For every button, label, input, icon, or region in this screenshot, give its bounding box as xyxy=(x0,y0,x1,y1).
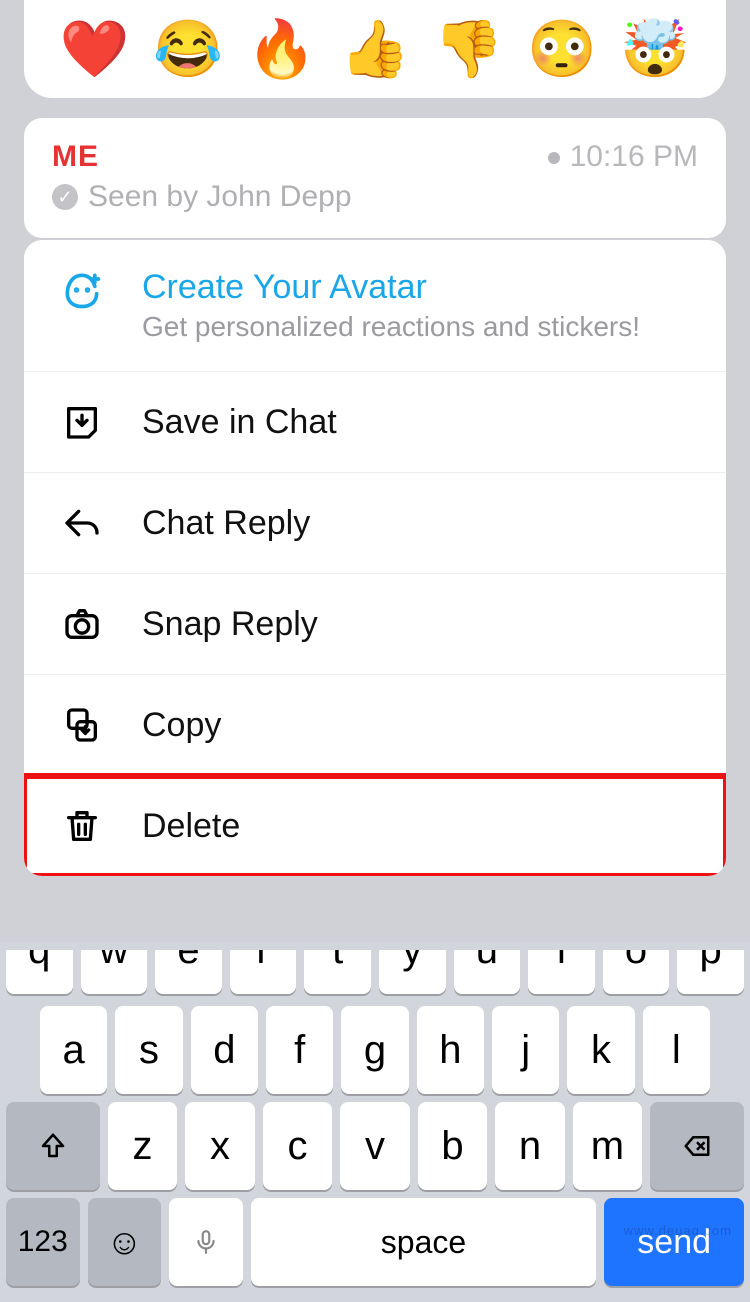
create-avatar-item[interactable]: Create Your Avatar Get personalized reac… xyxy=(24,240,726,372)
delete-item[interactable]: Delete xyxy=(24,776,726,876)
reaction-thumbs-down[interactable]: 👎 xyxy=(434,21,504,77)
key-m[interactable]: m xyxy=(573,1102,642,1190)
key-u[interactable]: u xyxy=(454,950,521,994)
key-f[interactable]: f xyxy=(266,1006,333,1094)
context-menu: Create Your Avatar Get personalized reac… xyxy=(24,240,726,876)
key-p[interactable]: p xyxy=(677,950,744,994)
copy-icon xyxy=(60,703,104,747)
message-card: ME 10:16 PM ✓ Seen by John Depp xyxy=(24,118,726,238)
key-w[interactable]: w xyxy=(81,950,148,994)
key-h[interactable]: h xyxy=(417,1006,484,1094)
key-q[interactable]: q xyxy=(6,950,73,994)
key-z[interactable]: z xyxy=(108,1102,177,1190)
reaction-thumbs-up[interactable]: 👍 xyxy=(340,21,410,77)
space-key[interactable]: space xyxy=(251,1198,597,1286)
message-seen-status: ✓ Seen by John Depp xyxy=(52,180,698,214)
backspace-key[interactable] xyxy=(650,1102,744,1190)
numbers-key[interactable]: 123 xyxy=(6,1198,80,1286)
key-n[interactable]: n xyxy=(495,1102,564,1190)
chat-reply-item[interactable]: Chat Reply xyxy=(24,473,726,574)
reply-icon xyxy=(60,501,104,545)
key-g[interactable]: g xyxy=(341,1006,408,1094)
emoji-key[interactable]: ☺ xyxy=(88,1198,162,1286)
save-in-chat-item[interactable]: Save in Chat xyxy=(24,372,726,473)
key-s[interactable]: s xyxy=(115,1006,182,1094)
reactions-bar[interactable]: ❤️ 😂 🔥 👍 👎 😳 🤯 xyxy=(24,0,726,98)
trash-icon xyxy=(60,804,104,848)
reaction-heart[interactable]: ❤️ xyxy=(60,21,130,77)
shift-key[interactable] xyxy=(6,1102,100,1190)
avatar-icon xyxy=(60,268,104,312)
key-a[interactable]: a xyxy=(40,1006,107,1094)
message-sender: ME xyxy=(52,140,99,173)
reaction-flushed[interactable]: 😳 xyxy=(527,21,597,77)
keyboard-row-3: z x c v b n m xyxy=(6,1102,744,1190)
seen-check-icon: ✓ xyxy=(52,184,78,210)
reaction-laugh[interactable]: 😂 xyxy=(153,21,223,77)
keyboard-row-1-partial: q w e r t y u i o p xyxy=(6,950,744,998)
save-icon xyxy=(60,400,104,444)
key-j[interactable]: j xyxy=(492,1006,559,1094)
key-i[interactable]: i xyxy=(528,950,595,994)
create-avatar-title: Create Your Avatar xyxy=(142,268,640,307)
key-l[interactable]: l xyxy=(643,1006,710,1094)
dictation-key[interactable] xyxy=(169,1198,243,1286)
reaction-fire[interactable]: 🔥 xyxy=(247,21,317,77)
watermark: www.deuaq.com xyxy=(624,1223,732,1238)
keyboard-row-2: a s d f g h j k l xyxy=(6,1006,744,1094)
reaction-mind-blown[interactable]: 🤯 xyxy=(620,21,690,77)
key-t[interactable]: t xyxy=(304,950,371,994)
keyboard[interactable]: q w e r t y u i o p a s d f g h j k l z … xyxy=(0,942,750,1302)
copy-label: Copy xyxy=(142,706,221,745)
key-b[interactable]: b xyxy=(418,1102,487,1190)
copy-item[interactable]: Copy xyxy=(24,675,726,776)
key-k[interactable]: k xyxy=(567,1006,634,1094)
send-key[interactable]: send xyxy=(604,1198,744,1286)
camera-icon xyxy=(60,602,104,646)
snap-reply-item[interactable]: Snap Reply xyxy=(24,574,726,675)
key-e[interactable]: e xyxy=(155,950,222,994)
snap-reply-label: Snap Reply xyxy=(142,605,318,644)
key-v[interactable]: v xyxy=(340,1102,409,1190)
create-avatar-subtitle: Get personalized reactions and stickers! xyxy=(142,311,640,343)
key-c[interactable]: c xyxy=(263,1102,332,1190)
save-label: Save in Chat xyxy=(142,403,337,442)
key-x[interactable]: x xyxy=(185,1102,254,1190)
key-r[interactable]: r xyxy=(230,950,297,994)
key-d[interactable]: d xyxy=(191,1006,258,1094)
key-o[interactable]: o xyxy=(603,950,670,994)
seen-text: Seen by John Depp xyxy=(88,180,352,214)
delete-label: Delete xyxy=(142,807,240,846)
chat-reply-label: Chat Reply xyxy=(142,504,310,543)
message-time: 10:16 PM xyxy=(548,140,698,174)
key-y[interactable]: y xyxy=(379,950,446,994)
keyboard-row-4: 123 ☺ space send xyxy=(6,1198,744,1286)
